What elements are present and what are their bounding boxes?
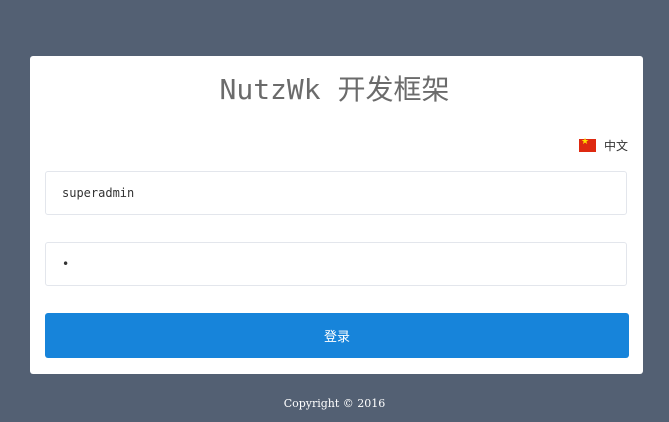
language-selector[interactable]: ★ 中文 [579,137,628,153]
login-button[interactable]: 登录 [45,313,629,358]
username-input[interactable] [45,171,627,215]
star-icon: ★ [581,136,590,147]
china-flag-icon: ★ [579,136,596,152]
password-input[interactable] [45,242,627,286]
copyright-text: Copyright © 2016 [283,397,386,410]
page-title: NutzWk 开发框架 [219,73,450,106]
language-label: 中文 [604,138,629,153]
